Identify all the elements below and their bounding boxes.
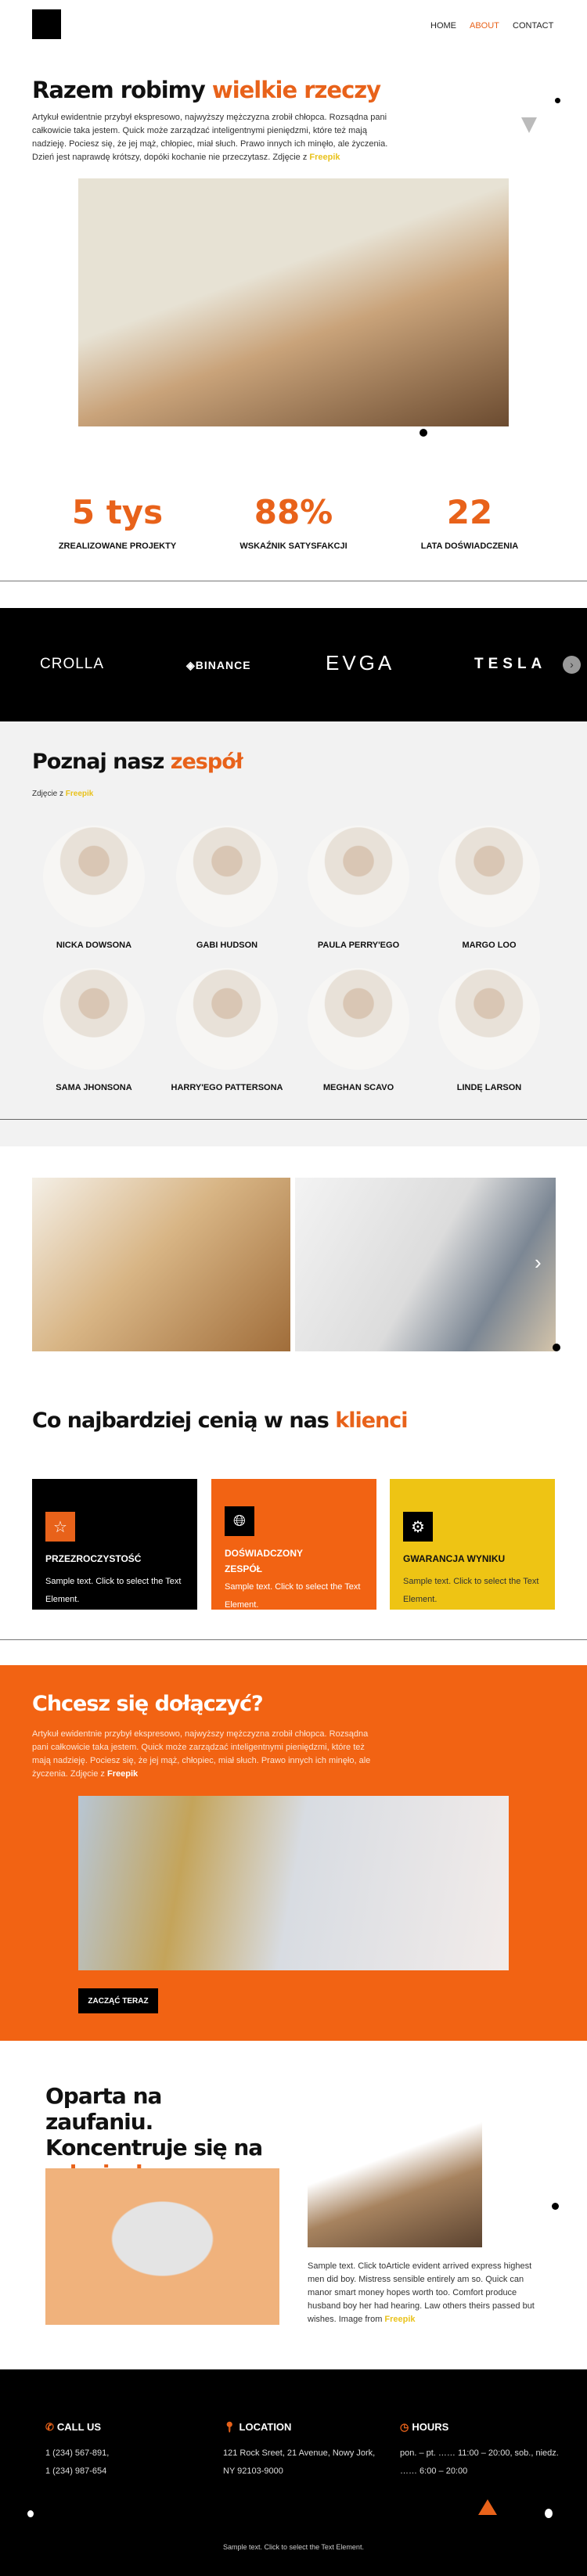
values-title-a: Co najbardziej cenią w nas [32,1409,336,1433]
phone-icon: ✆ [45,2421,54,2433]
location-title: LOCATION [239,2421,292,2433]
phone-numbers: 1 (234) 567-891, 1 (234) 987-654 [45,2448,110,2476]
team-title: Poznaj nasz zespół [32,750,243,774]
marketing-desk-image [308,2082,482,2247]
team-member-name: NICKA DOWSONA [56,941,132,950]
logo-evga: EVGA [326,651,395,675]
decor-dot [553,1344,560,1351]
decor-dot [555,98,560,103]
start-now-button[interactable]: ZACZĄĆ TERAZ [78,1988,158,2013]
values-title-highlight: klienci [335,1409,408,1433]
stat-value: 22 [446,493,493,531]
globe-icon: 🌐︎ [225,1506,254,1536]
stat-label: WSKAŹNIK SATYSFAKCJI [239,541,348,551]
team-member-name: GABI HUDSON [196,941,258,950]
card-title: GWARANCJA WYNIKU [403,1553,506,1564]
opening-hours: pon. – pt. …… 11:00 – 20:00, sob., niedz… [400,2448,559,2476]
freepik-link[interactable]: Freepik [107,1769,138,1779]
team-member-name: PAULA PERRY'EGO [317,941,400,950]
values-title: Co najbardziej cenią w nas klienci [32,1409,409,1433]
team-credit: Zdjęcie z Freepik [32,787,93,801]
trust-title-a: Oparta na zaufaniu. Koncentruje się na [45,2083,263,2160]
logo-binance: ◈BINANCE [186,659,251,671]
team-member-photo [308,826,409,927]
hours-heading: ◷ HOURS [400,2421,448,2434]
stat-value: 88% [254,493,333,531]
hero-title: Razem robimy wielkie rzeczy [32,77,381,103]
team-title-highlight: zespół [170,750,243,774]
gallery-next-arrow[interactable]: › [535,1250,542,1275]
nav-home[interactable]: HOME [430,21,456,31]
call-us-title: CALL US [56,2421,102,2433]
address: 121 Rock Sreet, 21 Avenue, Nowy Jork, NY… [223,2448,376,2476]
clock-icon: ◷ [400,2421,409,2433]
hero-title-a: Razem robimy [32,77,212,103]
logo[interactable] [32,9,61,39]
stat-value: 5 tys [71,493,164,531]
card-text: Sample text. Click to select the Text El… [45,1577,182,1604]
decor-dot [552,2203,559,2210]
hero-text: Artykuł ewidentnie przybył ekspresowo, n… [32,111,392,164]
gray-band [0,1120,587,1146]
freepik-link[interactable]: Freepik [384,2315,415,2324]
team-member-photo [438,826,540,927]
card-text: Sample text. Click to select the Text El… [225,1582,361,1610]
join-text-body: Artykuł ewidentnie przybył ekspresowo, n… [32,1729,371,1779]
marketing-laptop-image [45,2168,279,2325]
card-title: DOŚWIADCZONY ZESPÓŁ [225,1548,303,1574]
decor-dot [545,2509,553,2518]
team-member-photo [43,968,145,1070]
next-arrow-button[interactable]: › [563,656,581,674]
decor-triangle [521,117,537,133]
star-icon: ☆ [45,1512,75,1542]
team-member-name: MARGO LOO [462,941,517,950]
value-card: ☆ PRZEZROCZYSTOŚĆ Sample text. Click to … [32,1479,197,1610]
decor-dot [27,2510,34,2517]
gallery-image-2 [295,1178,556,1351]
gallery-image-1 [32,1178,290,1351]
value-card: 🌐︎ DOŚWIADCZONY ZESPÓŁ Sample text. Clic… [211,1479,376,1610]
decor-dot [420,429,427,437]
team-member-photo [438,968,540,1070]
team-member-name: HARRY'EGO PATTERSONA [171,1083,283,1092]
map-pin-icon: 📍︎ [223,2421,236,2433]
card-title: PRZEZROCZYSTOŚĆ [45,1553,142,1564]
hero-image [78,178,509,426]
stat-label: LATA DOŚWIADCZENIA [420,541,519,551]
nav-about[interactable]: ABOUT [470,21,499,31]
team-member-name: LINDĘ LARSON [456,1083,522,1092]
nav-contact[interactable]: CONTACT [513,21,553,31]
logo-tesla: TESLA [474,656,547,672]
logo-binance-text: BINANCE [195,659,251,671]
freepik-link[interactable]: Freepik [309,153,340,162]
decor-triangle [478,2499,497,2515]
trust-text: Sample text. Click toArticle evident arr… [308,2260,542,2326]
team-member-name: MEGHAN SCAVO [322,1083,394,1092]
gear-icon: ⚙ [403,1512,433,1542]
team-member-photo [43,826,145,927]
stat-label: ZREALIZOWANE PROJEKTY [58,541,177,551]
call-us-heading: ✆ CALL US [45,2421,101,2434]
trust-text-body: Sample text. Click toArticle evident arr… [308,2261,535,2324]
divider [0,1639,587,1640]
join-text: Artykuł ewidentnie przybył ekspresowo, n… [32,1728,376,1781]
join-image [78,1796,509,1970]
team-member-photo [176,826,278,927]
team-title-a: Poznaj nasz [32,750,171,774]
value-card: ⚙ GWARANCJA WYNIKU Sample text. Click to… [390,1479,555,1610]
team-member-name: SAMA JHONSONA [56,1083,132,1092]
team-member-photo [176,968,278,1070]
freepik-link[interactable]: Freepik [66,790,94,798]
team-credit-text: Zdjęcie z [32,790,66,798]
hours-title: HOURS [412,2421,449,2433]
location-heading: 📍︎ LOCATION [223,2421,291,2434]
logo-crolla: CROLLA [40,656,105,672]
hero-title-highlight: wielkie rzeczy [211,77,381,103]
team-member-photo [308,968,409,1070]
join-title: Chcesz się dołączyć? [32,1692,264,1716]
card-text: Sample text. Click to select the Text El… [403,1577,539,1604]
footer-text: Sample text. Click to select the Text El… [223,2543,364,2551]
